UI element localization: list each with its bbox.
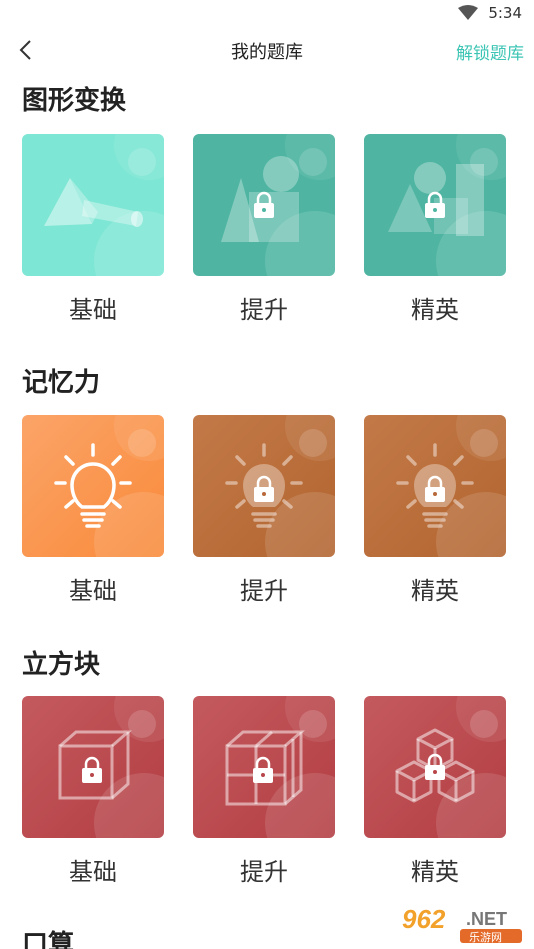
memory-advanced-tile	[193, 415, 335, 557]
lock-icon	[81, 756, 102, 783]
unlock-library-link[interactable]: 解锁题库	[456, 39, 524, 64]
cubes-elite-tile	[364, 696, 506, 838]
shape-elite-tile	[364, 134, 506, 276]
lock-icon	[254, 191, 274, 218]
svg-text:962: 962	[402, 904, 446, 934]
section-title-cubes: 立方块	[22, 650, 101, 680]
memory-elite-tile	[364, 415, 506, 557]
cubes-grid: 基础 提升 精英	[22, 696, 506, 886]
section-title-memory: 记忆力	[22, 368, 101, 398]
shape-advanced-card[interactable]: 提升	[193, 134, 335, 324]
section-title-mental-math: 口算	[22, 930, 75, 949]
card-label: 提升	[240, 296, 288, 324]
memory-advanced-card[interactable]: 提升	[193, 415, 335, 605]
geometric-shapes-icon	[44, 178, 143, 227]
card-label: 基础	[69, 577, 117, 605]
cubes-elite-card[interactable]: 精英	[364, 696, 506, 886]
memory-basic-card[interactable]: 基础	[22, 415, 164, 605]
card-label: 基础	[69, 296, 117, 324]
cubes-basic-card[interactable]: 基础	[22, 696, 164, 886]
lock-icon	[252, 756, 273, 783]
card-label: 提升	[240, 577, 288, 605]
card-label: 精英	[411, 577, 459, 605]
cubes-advanced-tile	[193, 696, 335, 838]
shape-elite-card[interactable]: 精英	[364, 134, 506, 324]
memory-grid: 基础 提升 精英	[22, 415, 506, 605]
cubes-basic-tile	[22, 696, 164, 838]
card-label: 精英	[411, 296, 459, 324]
nav-bar: 我的题库 解锁题库	[0, 30, 534, 72]
section-title-shape-transform: 图形变换	[22, 86, 127, 116]
memory-elite-card[interactable]: 精英	[364, 415, 506, 605]
svg-text:乐游网: 乐游网	[469, 931, 502, 944]
card-label: 基础	[69, 858, 117, 886]
status-time: 5:34	[488, 4, 522, 22]
lock-icon	[254, 475, 274, 502]
card-label: 提升	[240, 858, 288, 886]
shape-advanced-tile	[193, 134, 335, 276]
card-label: 精英	[411, 858, 459, 886]
shape-transform-grid: 基础 提升 精英	[22, 134, 506, 324]
page-title: 我的题库	[231, 42, 303, 63]
status-bar: 5:34	[0, 0, 534, 30]
shape-basic-card[interactable]: 基础	[22, 134, 164, 324]
wifi-icon	[458, 5, 479, 21]
lock-icon	[425, 191, 445, 218]
lightbulb-icon	[54, 443, 132, 528]
site-watermark-logo: 962 .NET 乐游网	[396, 901, 528, 945]
svg-text:.NET: .NET	[466, 909, 507, 929]
lock-icon	[425, 753, 445, 780]
cubes-advanced-card[interactable]: 提升	[193, 696, 335, 886]
lock-icon	[425, 475, 445, 502]
shape-basic-tile	[22, 134, 164, 276]
memory-basic-tile	[22, 415, 164, 557]
